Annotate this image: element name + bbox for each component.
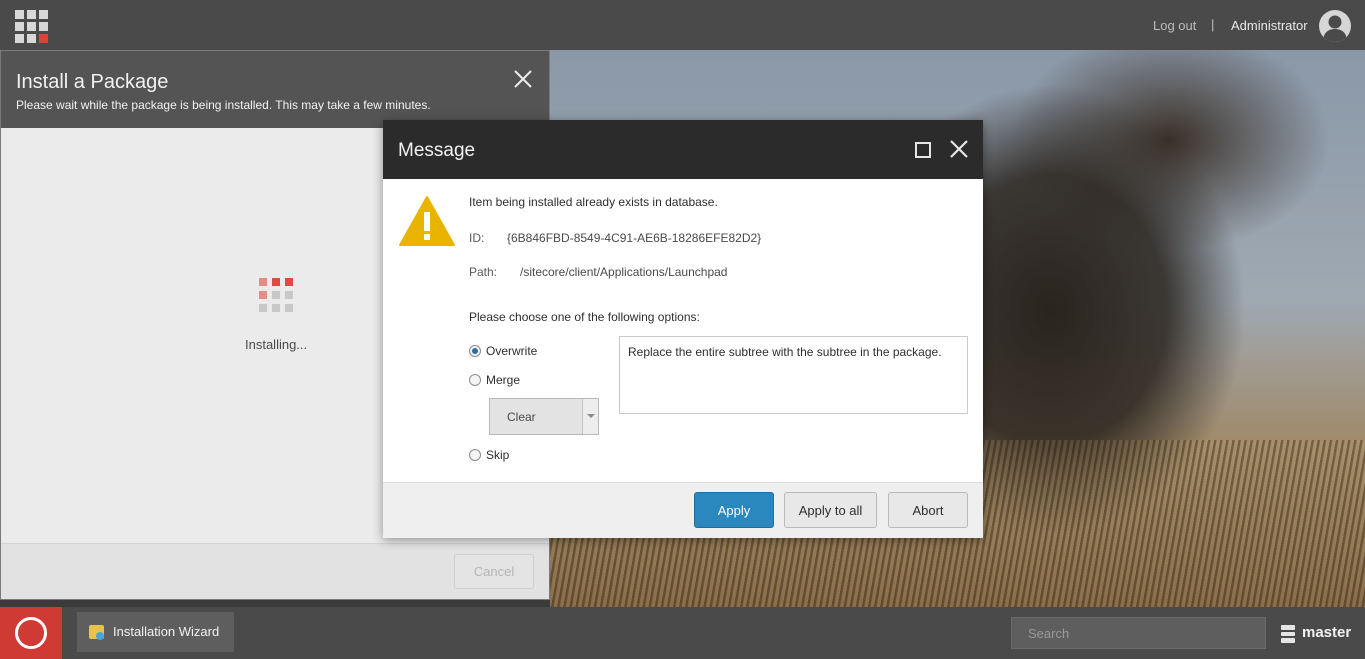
id-value: {6B846FBD-8549-4C91-AE6B-18286EFE82D2} <box>507 231 762 245</box>
radio-merge[interactable] <box>469 374 481 386</box>
install-dialog-footer: Cancel <box>1 543 549 599</box>
logout-link[interactable]: Log out <box>1153 18 1196 33</box>
merge-mode-value: Clear <box>507 410 536 424</box>
apply-button[interactable]: Apply <box>694 492 774 528</box>
search-input[interactable] <box>1011 617 1266 649</box>
app-launcher-icon[interactable] <box>15 10 48 43</box>
radio-skip[interactable] <box>469 449 481 461</box>
taskbar-item-label: Installation Wizard <box>113 624 220 639</box>
option-skip[interactable]: Skip <box>469 447 509 463</box>
close-icon[interactable] <box>948 137 970 161</box>
radio-overwrite[interactable] <box>469 345 481 357</box>
option-overwrite[interactable]: Overwrite <box>469 343 537 359</box>
merge-mode-select[interactable]: Clear <box>489 398 599 435</box>
apply-to-all-button[interactable]: Apply to all <box>784 492 877 528</box>
message-dialog-header: Message <box>383 120 983 179</box>
top-bar: Log out | Administrator <box>0 0 1365 50</box>
database-icon[interactable] <box>1281 625 1295 644</box>
chevron-down-icon[interactable] <box>582 399 598 434</box>
message-headline: Item being installed already exists in d… <box>469 195 718 209</box>
taskbar: Installation Wizard master <box>0 607 1365 659</box>
path-value: /sitecore/client/Applications/Launchpad <box>520 265 728 279</box>
topbar-separator: | <box>1211 17 1215 32</box>
maximize-icon[interactable] <box>915 142 931 158</box>
id-label: ID: <box>469 231 485 245</box>
install-dialog-header: Install a Package Please wait while the … <box>1 51 549 128</box>
message-dialog-title: Message <box>398 140 476 161</box>
option-description: Replace the entire subtree with the subt… <box>619 336 968 414</box>
database-label[interactable]: master <box>1302 624 1351 641</box>
options-prompt: Please choose one of the following optio… <box>469 310 700 324</box>
sitecore-logo-icon[interactable] <box>0 607 62 659</box>
path-label: Path: <box>469 265 498 279</box>
avatar[interactable] <box>1319 10 1351 42</box>
user-icon <box>1323 15 1347 42</box>
username-label[interactable]: Administrator <box>1231 18 1308 33</box>
install-dialog-title: Install a Package <box>16 71 169 93</box>
message-dialog-footer: Apply Apply to all Abort <box>383 482 983 538</box>
package-icon <box>89 625 104 640</box>
warning-icon <box>399 196 455 246</box>
installing-status: Installing... <box>245 337 308 352</box>
abort-button[interactable]: Abort <box>888 492 968 528</box>
option-label: Overwrite <box>486 344 538 358</box>
option-label: Skip <box>486 448 510 462</box>
message-dialog: Message Item being installed already exi… <box>383 120 983 538</box>
option-merge[interactable]: Merge <box>469 372 520 388</box>
taskbar-item-installation-wizard[interactable]: Installation Wizard <box>77 612 234 652</box>
cancel-button[interactable]: Cancel <box>454 554 534 589</box>
loading-spinner-icon <box>259 278 293 312</box>
close-icon[interactable] <box>512 68 534 90</box>
option-label: Merge <box>486 373 521 387</box>
install-dialog-subtitle: Please wait while the package is being i… <box>16 98 431 112</box>
